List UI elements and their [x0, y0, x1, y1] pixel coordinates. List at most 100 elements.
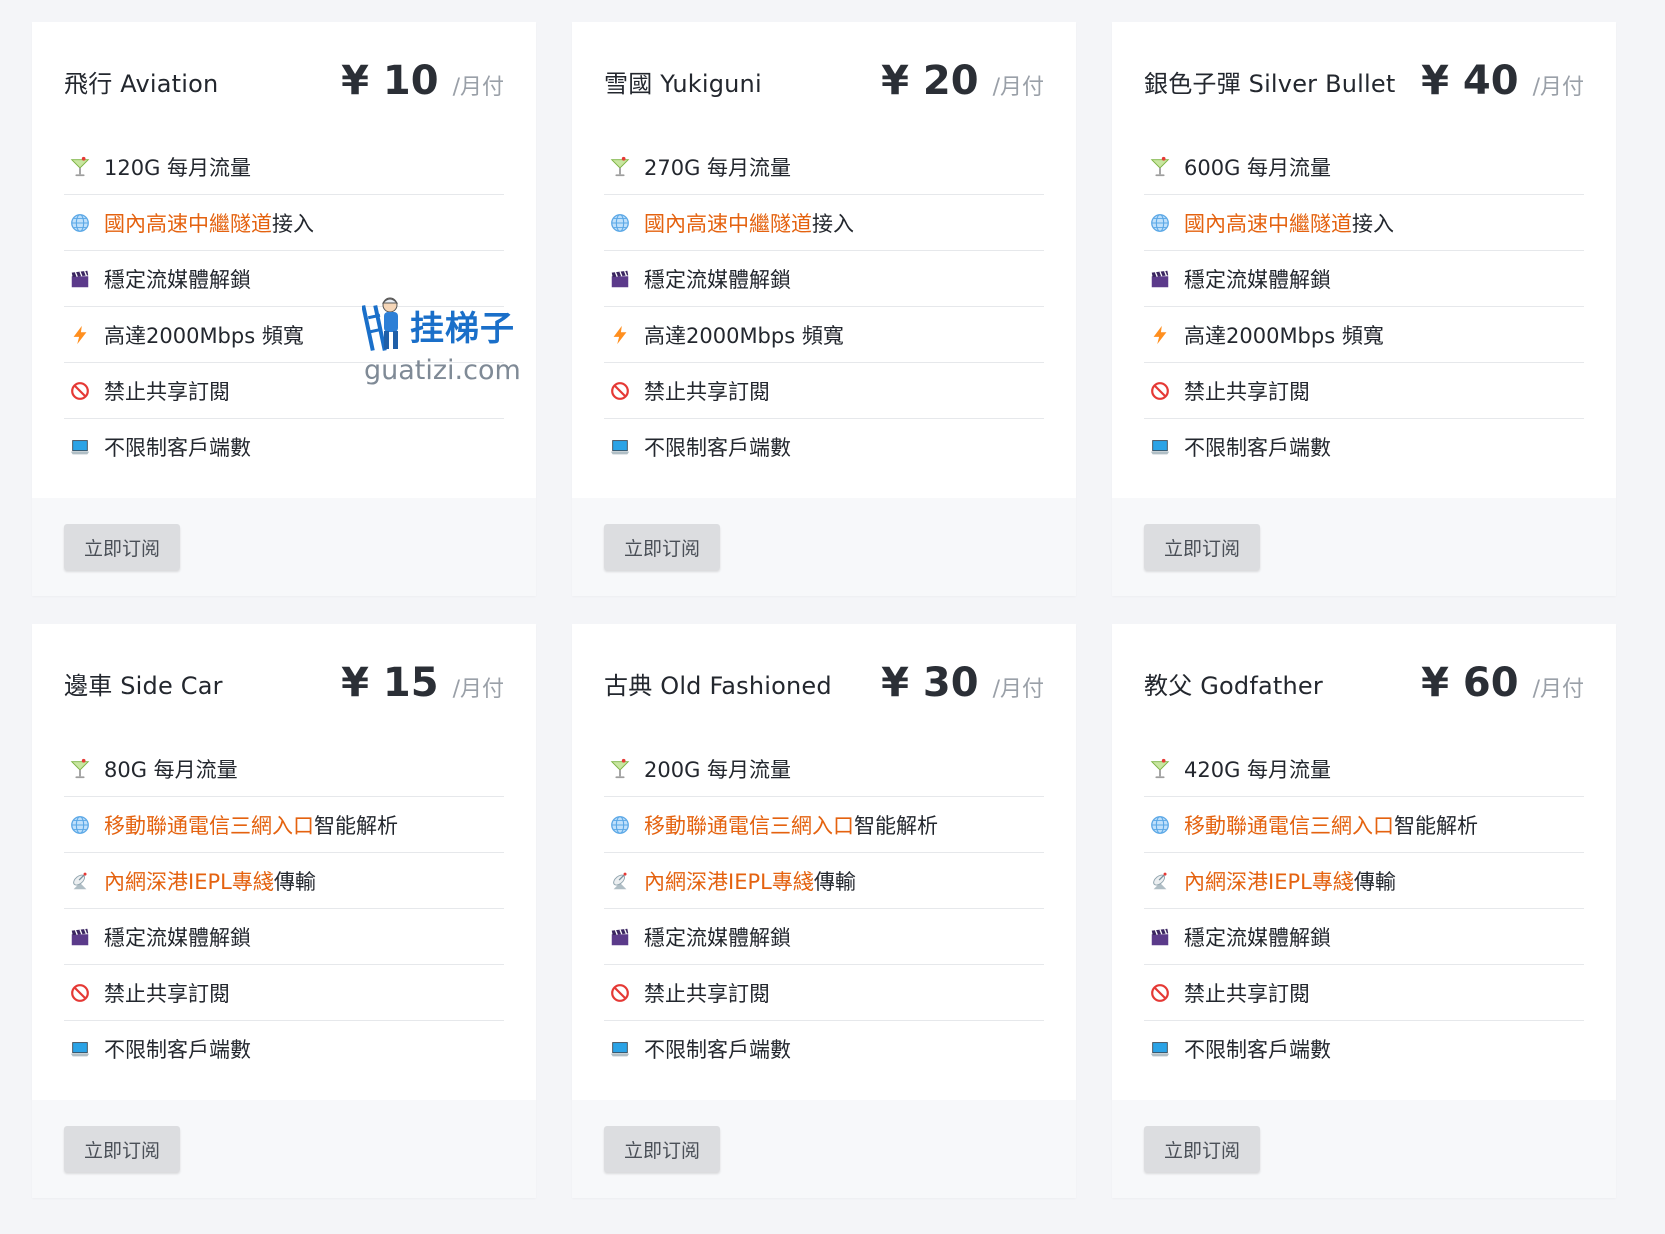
feature-text: 智能解析: [854, 814, 938, 838]
feature-text: 200G 每月流量: [644, 758, 792, 782]
globe-icon: [608, 211, 632, 235]
feature-text: 穩定流媒體解鎖: [1184, 268, 1331, 292]
feature-text: 270G 每月流量: [644, 156, 792, 180]
clapperboard-icon: [1148, 925, 1172, 949]
price-unit: /月付: [452, 677, 504, 702]
plan-name: 教父 Godfather: [1144, 671, 1323, 700]
plan-card-body: 雪國 Yukiguni ¥ 20/月付 270G 每月流量 國內高速中繼隧道 接入 穩定流…: [572, 22, 1076, 498]
subscribe-button[interactable]: 立即订阅: [64, 1126, 181, 1172]
plan-card-body: 教父 Godfather ¥ 60/月付 420G 每月流量 移動聯通電信三網入口 智能…: [1112, 624, 1616, 1100]
feature-text: 禁止共享訂閱: [1184, 982, 1310, 1006]
subscribe-button[interactable]: 立即订阅: [1144, 524, 1261, 570]
globe-icon: [68, 211, 92, 235]
prohibited-icon: [68, 981, 92, 1005]
subscribe-button[interactable]: 立即订阅: [604, 524, 721, 570]
feature-item: 穩定流媒體解鎖: [604, 252, 1044, 307]
plan-price: ¥ 30/月付: [881, 660, 1044, 706]
feature-highlight-text: 內網深港IEPL專綫: [644, 870, 814, 894]
subscribe-button[interactable]: 立即订阅: [604, 1126, 721, 1172]
plan-header: 銀色子彈 Silver Bullet ¥ 40/月付: [1144, 22, 1584, 140]
lightning-icon: [1148, 323, 1172, 347]
plan-card: 銀色子彈 Silver Bullet ¥ 40/月付 600G 每月流量 國內高速中繼…: [1112, 22, 1616, 596]
plan-name: 雪國 Yukiguni: [604, 69, 762, 98]
globe-icon: [68, 813, 92, 837]
clapperboard-icon: [68, 925, 92, 949]
feature-text: 600G 每月流量: [1184, 156, 1332, 180]
feature-text: 禁止共享訂閱: [104, 380, 230, 404]
feature-list: 200G 每月流量移動聯通電信三網入口 智能解析內網深港IEPL專綫 傳輸穩定流媒體…: [604, 742, 1044, 1076]
feature-item: 不限制客戶端數: [1144, 420, 1584, 474]
feature-item: 穩定流媒體解鎖: [604, 910, 1044, 965]
plan-footer: 立即订阅: [1112, 498, 1616, 596]
feature-list: 80G 每月流量移動聯通電信三網入口 智能解析內網深港IEPL專綫 傳輸穩定流媒體解…: [64, 742, 504, 1076]
feature-item: 禁止共享訂閱: [1144, 966, 1584, 1021]
price-value: ¥ 15: [341, 660, 439, 706]
plan-card: 邊車 Side Car ¥ 15/月付 80G 每月流量 移動聯通電信三網入口 智能解析…: [32, 624, 536, 1198]
plan-price: ¥ 20/月付: [881, 58, 1044, 104]
feature-text: 傳輸: [273, 870, 316, 894]
plan-name: 飛行 Aviation: [64, 69, 219, 98]
plan-footer: 立即订阅: [32, 1100, 536, 1198]
feature-item: 200G 每月流量: [604, 742, 1044, 797]
prohibited-icon: [608, 981, 632, 1005]
price-unit: /月付: [1532, 677, 1584, 702]
feature-item: 移動聯通電信三網入口 智能解析: [604, 798, 1044, 853]
feature-text: 穩定流媒體解鎖: [644, 268, 791, 292]
feature-text: 傳輸: [813, 870, 856, 894]
price-unit: /月付: [992, 75, 1044, 100]
clapperboard-icon: [1148, 267, 1172, 291]
laptop-icon: [608, 1037, 632, 1061]
cocktail-icon: [1148, 155, 1172, 179]
feature-highlight-text: 移動聯通電信三網入口: [644, 814, 854, 838]
feature-list: 120G 每月流量國內高速中繼隧道 接入穩定流媒體解鎖高達2000Mbps 頻寬禁…: [64, 140, 504, 474]
feature-item: 穩定流媒體解鎖: [64, 252, 504, 307]
feature-text: 傳輸: [1353, 870, 1396, 894]
subscribe-button[interactable]: 立即订阅: [64, 524, 181, 570]
feature-list: 420G 每月流量 移動聯通電信三網入口 智能解析 內網深港IEPL專綫 傳輸 穩定流媒體…: [1144, 742, 1584, 1076]
cocktail-icon: [68, 757, 92, 781]
plan-footer: 立即订阅: [572, 498, 1076, 596]
plan-footer: 立即订阅: [1112, 1100, 1616, 1198]
feature-text: 不限制客戶端數: [1184, 436, 1331, 460]
laptop-icon: [68, 1037, 92, 1061]
feature-highlight-text: 國內高速中繼隧道: [104, 212, 272, 236]
plan-card-body: 飛行 Aviation ¥ 10/月付 120G 每月流量國內高速中繼隧道 接入穩定流…: [32, 22, 536, 498]
clapperboard-icon: [68, 267, 92, 291]
feature-item: 不限制客戶端數: [64, 1022, 504, 1076]
feature-text: 不限制客戶端數: [644, 1038, 791, 1062]
plan-card-body: 銀色子彈 Silver Bullet ¥ 40/月付 600G 每月流量 國內高速中繼…: [1112, 22, 1616, 498]
feature-item: 禁止共享訂閱: [604, 364, 1044, 419]
plan-header: 古典 Old Fashioned ¥ 30/月付: [604, 624, 1044, 742]
feature-text: 接入: [272, 212, 314, 236]
feature-text: 80G 每月流量: [104, 758, 238, 782]
prohibited-icon: [608, 379, 632, 403]
price-value: ¥ 20: [881, 58, 979, 104]
feature-highlight-text: 國內高速中繼隧道: [644, 212, 812, 236]
plan-header: 飛行 Aviation ¥ 10/月付: [64, 22, 504, 140]
feature-highlight-text: 內網深港IEPL專綫: [104, 870, 274, 894]
plan-footer: 立即订阅: [32, 498, 536, 596]
price-value: ¥ 60: [1421, 660, 1519, 706]
price-unit: /月付: [452, 75, 504, 100]
feature-text: 智能解析: [1394, 814, 1478, 838]
feature-item: 高達2000Mbps 頻寬: [64, 308, 504, 363]
subscribe-button[interactable]: 立即订阅: [1144, 1126, 1261, 1172]
clapperboard-icon: [608, 267, 632, 291]
price-unit: /月付: [1532, 75, 1584, 100]
feature-text: 智能解析: [314, 814, 398, 838]
feature-text: 穩定流媒體解鎖: [104, 926, 251, 950]
feature-text: 接入: [1352, 212, 1394, 236]
feature-highlight-text: 移動聯通電信三網入口: [104, 814, 314, 838]
feature-item: 內網深港IEPL專綫 傳輸: [1144, 854, 1584, 909]
plan-header: 教父 Godfather ¥ 60/月付: [1144, 624, 1584, 742]
feature-item: 120G 每月流量: [64, 140, 504, 195]
clapperboard-icon: [608, 925, 632, 949]
feature-item: 國內高速中繼隧道 接入: [1144, 196, 1584, 251]
feature-text: 不限制客戶端數: [644, 436, 791, 460]
feature-text: 高達2000Mbps 頻寬: [104, 324, 304, 348]
lightning-icon: [608, 323, 632, 347]
feature-item: 穩定流媒體解鎖: [1144, 910, 1584, 965]
satellite-icon: [68, 869, 92, 893]
feature-highlight-text: 國內高速中繼隧道: [1184, 212, 1352, 236]
globe-icon: [608, 813, 632, 837]
